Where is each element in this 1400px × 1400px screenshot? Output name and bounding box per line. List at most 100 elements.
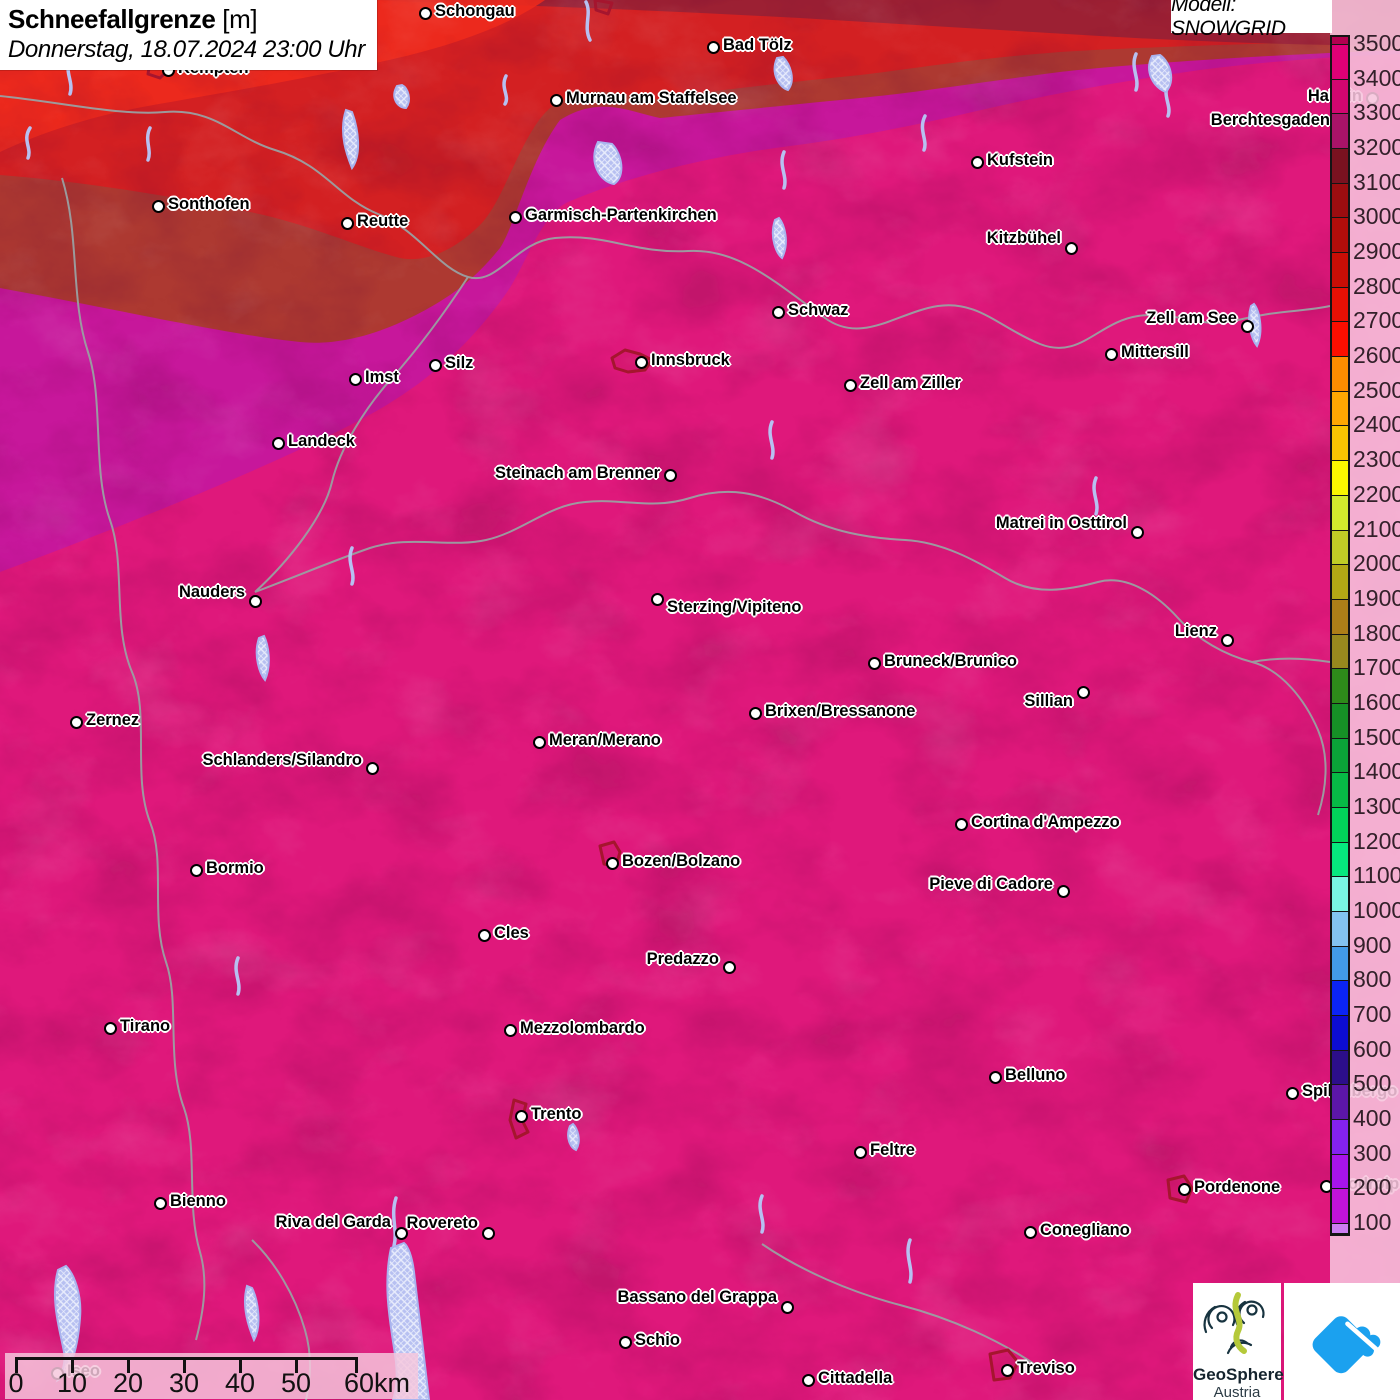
- city-dot: [1105, 348, 1118, 361]
- weather-map-screenshot: SchongauBad TölzKemptenMurnau am Staffel…: [0, 0, 1400, 1400]
- city-dot: [1286, 1087, 1299, 1100]
- legend-segment: [1332, 981, 1348, 1016]
- title-parameter: Schneefallgrenze: [8, 4, 215, 34]
- legend-segment: [1332, 531, 1348, 566]
- city-label: Bozen/Bolzano: [622, 852, 740, 871]
- city-label: Brixen/Bressanone: [765, 702, 915, 721]
- legend-tick-label: 200: [1353, 1173, 1399, 1201]
- city-dot: [478, 929, 491, 942]
- legend-tick-label: 1800: [1353, 619, 1399, 647]
- city-dot: [70, 716, 83, 729]
- city-label: Kitzbühel: [987, 229, 1061, 248]
- city-dot: [515, 1110, 528, 1123]
- legend-segment: [1332, 1155, 1348, 1190]
- city-dot: [550, 94, 563, 107]
- city-dot: [1241, 320, 1254, 333]
- city-label: Zernez: [86, 711, 139, 730]
- city-label: Silz: [445, 354, 473, 373]
- legend-tick-label: 2600: [1353, 341, 1399, 369]
- city-dot: [651, 593, 664, 606]
- city-label: Nauders: [179, 583, 245, 602]
- legend-tick-label: 1500: [1353, 723, 1399, 751]
- city-label: Bad Tölz: [723, 36, 792, 55]
- legend-tick-label: 1100: [1353, 861, 1399, 889]
- legend-tick-label: 1000: [1353, 896, 1399, 924]
- legend-segment: [1332, 184, 1348, 219]
- city-label: Garmisch-Partenkirchen: [525, 206, 717, 225]
- city-label: Cittadella: [818, 1369, 892, 1388]
- city-label: Sonthofen: [168, 195, 250, 214]
- city-label: Riva del Garda: [275, 1213, 391, 1232]
- legend-segment: [1332, 600, 1348, 635]
- city-dot: [971, 156, 984, 169]
- city-label: Innsbruck: [651, 351, 730, 370]
- city-label: Bienno: [170, 1192, 226, 1211]
- city-dot: [482, 1227, 495, 1240]
- city-dot: [1065, 242, 1078, 255]
- legend-segment: [1332, 635, 1348, 670]
- city-dot: [707, 41, 720, 54]
- city-dot: [723, 961, 736, 974]
- legend-tick-label: 3300: [1353, 98, 1399, 126]
- legend-tick-label: 300: [1353, 1139, 1399, 1167]
- title-datetime: Donnerstag, 18.07.2024 23:00 Uhr: [8, 36, 365, 64]
- legend-segment: [1332, 426, 1348, 461]
- city-dot: [635, 356, 648, 369]
- city-dot: [955, 818, 968, 831]
- city-dot: [341, 217, 354, 230]
- city-dot: [606, 857, 619, 870]
- legend-tick-label: 600: [1353, 1035, 1399, 1063]
- title-unit: [m]: [215, 4, 257, 34]
- city-dot: [152, 200, 165, 213]
- legend-segment: [1332, 114, 1348, 149]
- legend-tick-label: 3200: [1353, 133, 1399, 161]
- city-label: Treviso: [1017, 1359, 1075, 1378]
- city-label: Reutte: [357, 212, 408, 231]
- legend-segment: [1332, 1016, 1348, 1051]
- legend-tick-label: 1700: [1353, 653, 1399, 681]
- legend-tick-label: 3100: [1353, 168, 1399, 196]
- city-label: Landeck: [288, 432, 355, 451]
- city-dot: [844, 379, 857, 392]
- city-dot: [781, 1301, 794, 1314]
- legend-tick-label: 100: [1353, 1208, 1399, 1236]
- mountain-cloud-icon: [1296, 1300, 1388, 1384]
- city-label: Meran/Merano: [549, 731, 661, 750]
- city-dot: [854, 1146, 867, 1159]
- legend-segment: [1332, 1051, 1348, 1086]
- legend-segment: [1332, 80, 1348, 115]
- geosphere-logo-subtext: Austria: [1193, 1384, 1281, 1400]
- legend-segment: [1332, 357, 1348, 392]
- city-label: Tirano: [120, 1017, 170, 1036]
- city-label: Kufstein: [987, 151, 1053, 170]
- legend-tick-label: 3500: [1353, 29, 1399, 57]
- city-dot: [868, 657, 881, 670]
- legend-tick-label: 2900: [1353, 237, 1399, 265]
- legend-segment: [1332, 37, 1348, 45]
- city-label: Rovereto: [406, 1214, 478, 1233]
- city-dot: [419, 7, 432, 20]
- scale-bar-label: 10: [57, 1368, 87, 1399]
- scale-bar-label: 60km: [344, 1368, 410, 1399]
- city-dot: [802, 1374, 815, 1387]
- scale-bar-label: 20: [113, 1368, 143, 1399]
- legend-segment: [1332, 669, 1348, 704]
- legend-segment: [1332, 45, 1348, 80]
- legend-tick-label: 800: [1353, 965, 1399, 993]
- city-label: Zell am See: [1146, 309, 1237, 328]
- legend-tick-label: 1400: [1353, 757, 1399, 785]
- city-label: Cortina d'Ampezzo: [971, 813, 1120, 832]
- city-label: Pieve di Cadore: [929, 875, 1053, 894]
- city-dot: [1221, 634, 1234, 647]
- legend-segment: [1332, 1189, 1348, 1224]
- city-dot: [1178, 1183, 1191, 1196]
- city-label: Zell am Ziller: [860, 374, 961, 393]
- city-label: Conegliano: [1040, 1221, 1130, 1240]
- scale-bar-label: 0: [8, 1368, 23, 1399]
- legend-segment: [1332, 843, 1348, 878]
- city-label: Feltre: [870, 1141, 915, 1160]
- geosphere-logo-text: GeoSphere: [1193, 1366, 1281, 1384]
- scale-bar: 0102030405060km: [5, 1353, 418, 1399]
- city-dot: [772, 306, 785, 319]
- city-dot: [429, 359, 442, 372]
